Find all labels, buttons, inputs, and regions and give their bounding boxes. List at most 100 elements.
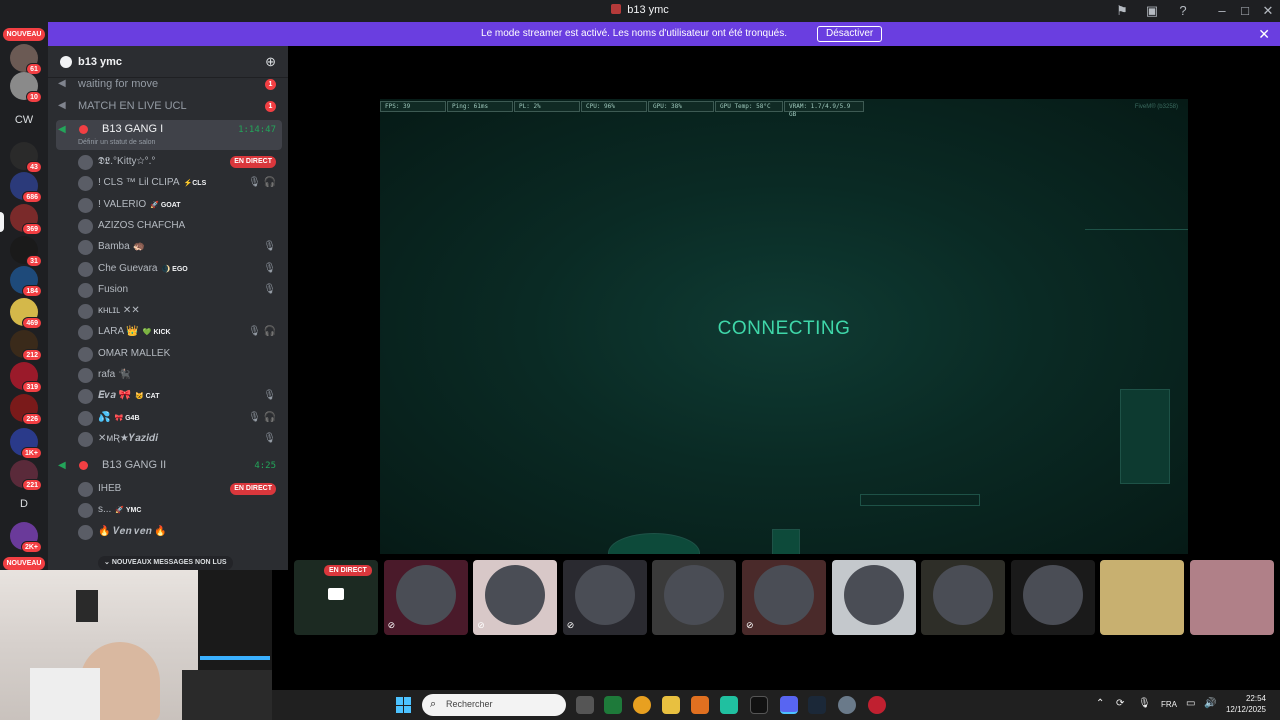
member-row[interactable]: ĸʜʟɪʟ ✕✕: [76, 301, 282, 322]
server-icon[interactable]: 469: [10, 298, 42, 329]
participant-tile[interactable]: [921, 560, 1006, 635]
member-row[interactable]: IHEB EN DIRECT: [76, 479, 282, 500]
participant-tile[interactable]: [1100, 560, 1185, 635]
settings-icon[interactable]: [838, 696, 856, 714]
maximize-button[interactable]: □: [1237, 3, 1253, 19]
help-icon[interactable]: ?: [1175, 3, 1191, 19]
server-icon[interactable]: CW: [6, 114, 42, 126]
member-row[interactable]: 💦 🎀 G4B 🎙 🎧: [76, 408, 282, 429]
server-badge: 43: [26, 161, 42, 173]
minimize-button[interactable]: –: [1214, 3, 1230, 19]
server-icon[interactable]: 319: [10, 362, 42, 393]
invite-people-icon[interactable]: ⊕: [265, 54, 276, 70]
member-row[interactable]: 🔥 𝑽𝒆𝒏 𝒗𝒆𝒏 🔥: [76, 522, 282, 543]
volume-icon[interactable]: 🔊: [1204, 698, 1216, 709]
member-row[interactable]: OMAR MALLEK: [76, 344, 282, 365]
app-icon[interactable]: [604, 696, 622, 714]
chevron-up-icon[interactable]: ⌃: [1096, 698, 1104, 709]
member-row[interactable]: rafa 🐈‍⬛: [76, 365, 282, 386]
member-name-text: ! CLS ™ Lil CLIPA: [98, 177, 180, 189]
member-row[interactable]: 𝕯𝕷.°Kitty☆°.° EN DIRECT: [76, 152, 282, 173]
voice-channel[interactable]: ◀ MATCH EN LIVE UCL 1: [56, 96, 282, 117]
member-name-text: LARA 👑: [98, 326, 139, 338]
participant-tile[interactable]: ⊘: [473, 560, 558, 635]
participant-tile[interactable]: [1010, 560, 1095, 635]
avatar: [78, 197, 93, 213]
taskbar-search[interactable]: ⌕ Rechercher: [422, 694, 566, 716]
member-row[interactable]: Che Guevara 🌒 EGO 🎙: [76, 259, 282, 280]
server-icon[interactable]: 10: [10, 72, 42, 103]
app-icon[interactable]: [868, 696, 886, 714]
participant-tile[interactable]: [1190, 560, 1274, 635]
participant-tile[interactable]: EN DIRECT: [294, 560, 378, 635]
call-timer: 1:14:47: [238, 125, 276, 135]
participant-tile[interactable]: [831, 560, 916, 635]
member-row[interactable]: Fusion 🎙: [76, 280, 282, 301]
participant-tile[interactable]: [652, 560, 737, 635]
server-icon[interactable]: 184: [10, 266, 42, 297]
new-messages-pill[interactable]: ⌄ NOUVEAUX MESSAGES NON LUS: [98, 556, 233, 570]
system-clock[interactable]: 22:54 12/12/2025: [1226, 693, 1266, 715]
member-row[interactable]: ✕ᴍƦ★𝒀𝒂𝒛𝒊𝒅𝒊 🎙: [76, 429, 282, 450]
display-icon[interactable]: ▭: [1186, 698, 1195, 709]
language-indicator[interactable]: FRA: [1161, 700, 1177, 709]
participant-tile[interactable]: ⊘: [383, 560, 468, 635]
member-row[interactable]: AZIZOS CHAFCHA: [76, 216, 282, 237]
screen-share-icon[interactable]: ▣: [1144, 3, 1160, 19]
server-icon[interactable]: 2K+: [10, 522, 42, 553]
server-icon[interactable]: 212: [10, 330, 42, 361]
app-icon[interactable]: [691, 696, 709, 714]
game-build-label: FiveM® (b3258): [1134, 104, 1178, 110]
server-icon[interactable]: 43: [10, 142, 42, 173]
app-icon[interactable]: [720, 696, 738, 714]
member-row[interactable]: s... 🚀 YMC: [76, 500, 282, 521]
member-row[interactable]: ! CLS ™ Lil CLIPA ⚡CLS 🎙 🎧: [76, 173, 282, 194]
circuit-line: [860, 494, 980, 506]
member-name: LARA 👑 💚 KICK: [98, 326, 171, 337]
chrome-icon[interactable]: [633, 696, 651, 714]
server-icon[interactable]: D: [6, 498, 42, 510]
member-name: ! CLS ™ Lil CLIPA ⚡CLS: [98, 177, 206, 188]
start-button[interactable]: [396, 697, 412, 713]
channel-status[interactable]: Définir un statut de salon: [78, 139, 155, 146]
voice-channel[interactable]: ◀ waiting for move 1: [56, 74, 282, 95]
banner-close-icon[interactable]: ✕: [1258, 26, 1270, 43]
server-icon[interactable]: 226: [10, 394, 42, 425]
task-view-icon[interactable]: [576, 696, 594, 714]
stream-video[interactable]: FPS: 39 Ping: 61ms PL: 2% CPU: 96% GPU: …: [380, 99, 1188, 554]
member-name-text: Fusion: [98, 283, 129, 295]
member-name: 🔥 𝑽𝒆𝒏 𝒗𝒆𝒏 🔥: [98, 526, 167, 537]
steam-icon[interactable]: [808, 696, 826, 714]
member-name-text: Che Guevara: [98, 262, 158, 274]
close-window-button[interactable]: ✕: [1260, 3, 1276, 19]
server-icon[interactable]: 686: [10, 172, 42, 203]
participant-avatar: [933, 565, 994, 625]
server-icon[interactable]: 221: [10, 460, 42, 491]
inbox-flag-icon[interactable]: ⚑: [1114, 3, 1130, 19]
participant-tile[interactable]: ⊘: [562, 560, 647, 635]
server-icon[interactable]: 61: [10, 44, 42, 75]
member-row[interactable]: ! VALERIO 🚀 GOAT: [76, 195, 282, 216]
participant-tile[interactable]: ⊘: [742, 560, 826, 635]
guild-icon: [60, 56, 72, 68]
server-icon[interactable]: 369: [10, 204, 42, 235]
member-row[interactable]: Bamba 🦔 🎙: [76, 237, 282, 258]
active-voice-channel[interactable]: ◀ B13 GANG I 1:14:47 Définir un statut d…: [56, 120, 282, 150]
member-row[interactable]: LARA 👑 💚 KICK 🎙 🎧: [76, 322, 282, 343]
member-row[interactable]: 𝑬𝒗𝒂 🎀 😺 CAT 🎙: [76, 386, 282, 407]
app-icon[interactable]: [750, 696, 768, 714]
server-badge: 2K+: [20, 541, 42, 553]
member-name: AZIZOS CHAFCHA: [98, 220, 185, 231]
discord-icon[interactable]: [780, 696, 798, 714]
disable-streamer-button[interactable]: Désactiver: [817, 26, 883, 42]
circuit-block: [1120, 389, 1170, 484]
file-explorer-icon[interactable]: [662, 696, 680, 714]
server-icon[interactable]: 1K+: [10, 428, 42, 459]
participant-avatar: [574, 565, 635, 625]
microphone-icon[interactable]: 🎙: [1138, 698, 1151, 709]
member-name-text: rafa 🐈‍⬛: [98, 369, 131, 380]
avatar: [78, 346, 93, 362]
server-icon[interactable]: 31: [10, 236, 42, 267]
sync-icon[interactable]: ⟳: [1116, 698, 1124, 709]
participant-avatar: [754, 565, 814, 625]
